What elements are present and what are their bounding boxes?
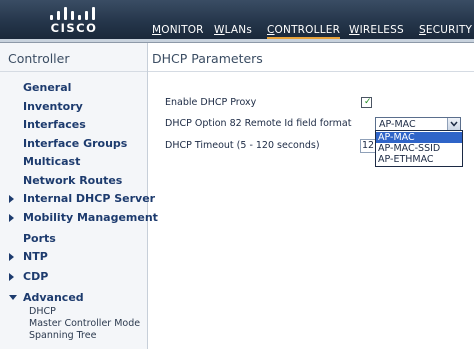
option-ap-mac[interactable]: AP-MAC <box>376 132 462 143</box>
sidebar-item-interfaces[interactable]: Interfaces <box>23 118 86 131</box>
dhcp-proxy-checkbox[interactable]: ✓ <box>361 97 372 108</box>
main-content: DHCP Parameters Enable DHCP Proxy ✓ DHCP… <box>148 43 474 349</box>
sidebar-title: Controller <box>8 51 70 66</box>
cisco-logo: CISCO <box>48 6 100 36</box>
option-ap-mac-ssid[interactable]: AP-MAC-SSID <box>376 143 462 154</box>
dhcp-timeout-input[interactable]: 12 <box>360 139 376 153</box>
sidebar-item-ntp[interactable]: NTP <box>23 250 48 263</box>
sidebar-divider <box>0 71 147 72</box>
option82-dropdown-list: AP-MAC AP-MAC-SSID AP-ETHMAC <box>375 130 463 167</box>
logo-wordmark: CISCO <box>50 21 98 35</box>
sidebar-item-network-routes[interactable]: Network Routes <box>23 174 122 187</box>
expand-arrow-icon[interactable] <box>9 214 14 222</box>
checkmark-icon: ✓ <box>364 97 372 107</box>
sidebar-subitem-dhcp[interactable]: DHCP <box>29 306 56 317</box>
top-header: CISCO MONITOR WLANs CONTROLLER WIRELESS … <box>0 0 474 39</box>
dhcp-proxy-label: Enable DHCP Proxy <box>165 97 257 108</box>
sidebar-item-general[interactable]: General <box>23 81 71 94</box>
nav-controller[interactable]: CONTROLLER <box>267 24 341 39</box>
sidebar-item-multicast[interactable]: Multicast <box>23 155 80 168</box>
page-title: DHCP Parameters <box>152 51 263 66</box>
sidebar: Controller General Inventory Interfaces … <box>0 43 158 349</box>
option82-label: DHCP Option 82 Remote Id field format <box>165 118 352 129</box>
sidebar-item-mobility-management[interactable]: Mobility Management <box>23 211 158 224</box>
nav-monitor[interactable]: MONITOR <box>152 24 204 36</box>
expand-arrow-icon[interactable] <box>9 253 14 261</box>
expand-arrow-icon[interactable] <box>9 195 14 203</box>
sidebar-item-inventory[interactable]: Inventory <box>23 100 83 113</box>
sidebar-item-ports[interactable]: Ports <box>23 232 56 245</box>
nav-wlans[interactable]: WLANs <box>214 24 252 36</box>
title-divider <box>148 71 474 72</box>
sidebar-item-cdp[interactable]: CDP <box>23 270 48 283</box>
expand-arrow-icon[interactable] <box>9 273 14 281</box>
chevron-down-icon <box>450 121 458 127</box>
collapse-arrow-icon[interactable] <box>9 295 17 300</box>
sidebar-subitem-master-controller-mode[interactable]: Master Controller Mode <box>29 318 140 329</box>
logo-bars-icon <box>48 6 100 20</box>
option-ap-ethmac[interactable]: AP-ETHMAC <box>376 154 462 165</box>
sidebar-item-internal-dhcp-server[interactable]: Internal DHCP Server <box>23 192 155 205</box>
sidebar-item-advanced[interactable]: Advanced <box>23 291 84 304</box>
dhcp-timeout-label: DHCP Timeout (5 - 120 seconds) <box>165 140 320 151</box>
sidebar-item-interface-groups[interactable]: Interface Groups <box>23 137 127 150</box>
nav-security[interactable]: SECURITY <box>419 24 472 36</box>
sidebar-subitem-spanning-tree[interactable]: Spanning Tree <box>29 330 96 341</box>
nav-wireless[interactable]: WIRELESS <box>349 24 404 36</box>
